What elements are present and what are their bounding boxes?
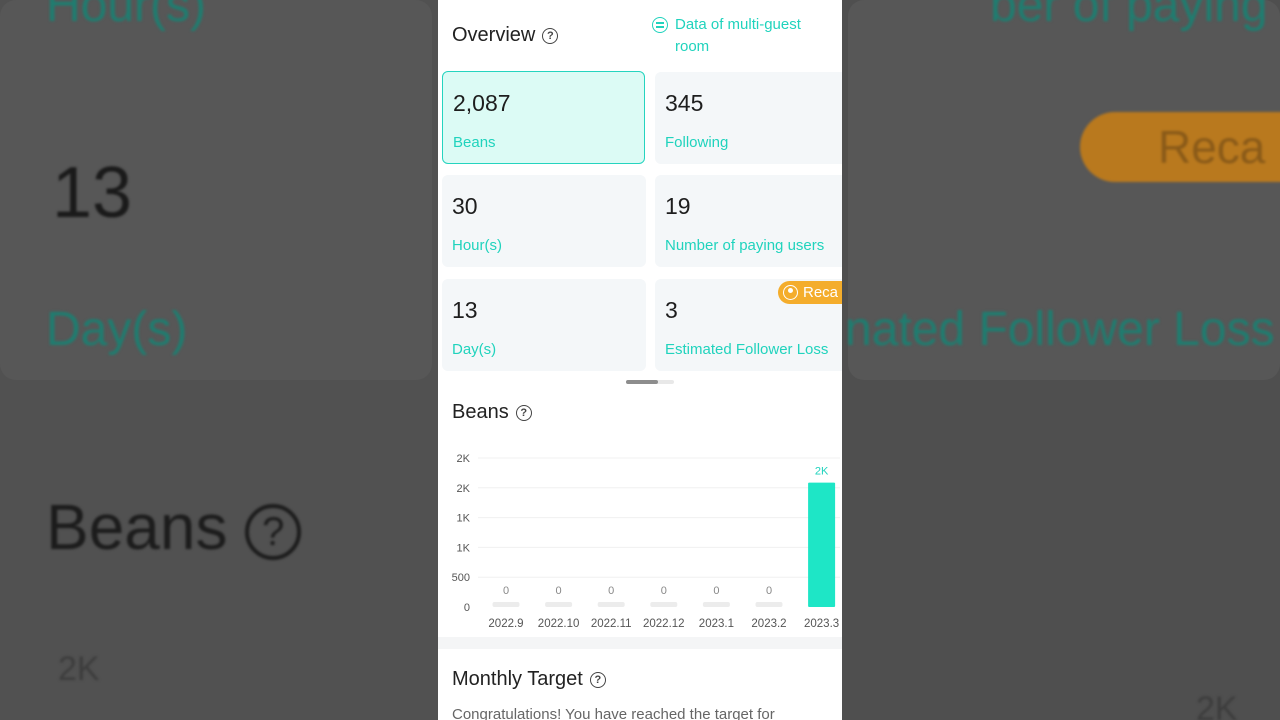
bar <box>755 602 783 607</box>
recall-button[interactable]: Reca <box>778 281 842 304</box>
bar <box>492 602 520 607</box>
y-tick-label: 1K <box>457 513 471 525</box>
stat-value: 345 <box>665 90 704 116</box>
background-beans-title: Beans ? <box>46 490 302 564</box>
bar <box>650 602 678 607</box>
y-tick-label: 2K <box>457 483 471 495</box>
background-hours-text: Hour(s) <box>46 0 207 32</box>
stat-label: Hour(s) <box>452 237 503 254</box>
overview-header: Overview ? <box>452 24 559 47</box>
beans-title: Beans <box>452 401 509 423</box>
background-number: 13 <box>52 153 133 233</box>
data-label: 0 <box>661 585 667 597</box>
x-tick-label: 2023.3 <box>804 618 839 630</box>
background-day-text: Day(s) <box>46 303 188 356</box>
user-icon <box>783 285 798 300</box>
section-divider <box>438 637 842 649</box>
help-icon[interactable]: ? <box>542 27 559 44</box>
list-icon <box>652 17 668 33</box>
page-indicator-thumb <box>626 380 658 384</box>
stat-label: Number of paying users <box>665 237 825 254</box>
recall-label: Reca <box>803 284 839 301</box>
multi-guest-room-label: Data of multi-guest room <box>675 16 801 55</box>
bar <box>545 602 573 607</box>
x-tick-label: 2022.11 <box>591 618 632 630</box>
data-label: 0 <box>713 585 719 597</box>
background-follower-text: nated Follower Loss <box>845 303 1275 356</box>
multi-guest-room-link[interactable]: Data of multi-guest room <box>652 14 837 58</box>
stat-card-days[interactable]: 13 Day(s) <box>442 279 646 371</box>
background-recall-badge: Reca <box>1080 112 1280 182</box>
stat-label: Beans <box>453 134 496 151</box>
stat-value: 2,087 <box>453 90 511 116</box>
monthly-target-header: Monthly Target ? <box>452 668 606 691</box>
bar <box>808 482 836 607</box>
data-label: 0 <box>766 585 772 597</box>
background-2k-left: 2K <box>58 650 100 688</box>
stat-card-hours[interactable]: 30 Hour(s) <box>442 175 646 267</box>
bar <box>597 602 625 607</box>
beans-header: Beans ? <box>452 401 532 424</box>
x-tick-label: 2022.9 <box>488 618 523 630</box>
stat-label: Estimated Follower Loss <box>665 341 829 358</box>
stat-card-beans[interactable]: 2,087 Beans <box>442 71 645 164</box>
stat-value: 30 <box>452 193 478 219</box>
data-label: 2K <box>815 466 829 478</box>
phone-screen: Overview ? Data of multi-guest room 2,08… <box>438 0 842 720</box>
data-label: 0 <box>608 585 614 597</box>
x-tick-label: 2022.10 <box>538 618 580 630</box>
background-paying-text: ber of paying users <box>990 0 1280 32</box>
stat-value: 19 <box>665 193 691 219</box>
data-label: 0 <box>556 585 562 597</box>
y-tick-label: 1K <box>457 542 471 554</box>
x-tick-label: 2023.2 <box>751 618 786 630</box>
monthly-target-text: Congratulations! You have reached the ta… <box>452 706 775 720</box>
monthly-target-title: Monthly Target <box>452 668 583 690</box>
help-icon[interactable]: ? <box>589 671 606 688</box>
stat-label: Day(s) <box>452 341 497 358</box>
y-tick-label: 500 <box>452 572 470 584</box>
bar <box>702 602 730 607</box>
stat-value: 13 <box>452 297 478 323</box>
stat-label: Following <box>665 134 729 151</box>
page-indicator[interactable] <box>626 380 674 384</box>
x-tick-label: 2023.1 <box>699 618 734 630</box>
stat-card-paying-users[interactable]: 19 Number of paying users <box>655 175 842 267</box>
x-tick-label: 2022.12 <box>643 618 685 630</box>
help-icon[interactable]: ? <box>515 404 532 421</box>
y-tick-label: 2K <box>457 453 471 465</box>
beans-bar-chart: 0 500 1K 1K 2K 2K 0 2022.9 0 2022.10 0 2022.11 0 2022… <box>452 453 840 630</box>
data-label: 0 <box>503 585 509 597</box>
background-2k-right: 2K <box>1196 690 1238 720</box>
stat-value: 3 <box>665 297 678 323</box>
y-tick-label: 0 <box>464 602 470 614</box>
stat-card-following[interactable]: 345 Following <box>655 72 842 164</box>
overview-title: Overview <box>452 24 536 46</box>
